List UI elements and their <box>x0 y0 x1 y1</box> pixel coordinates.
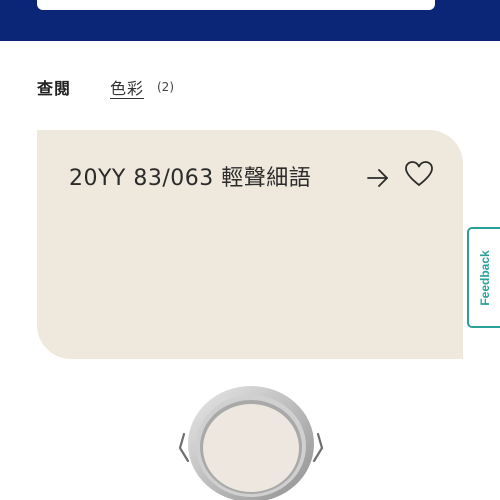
arrow-right-icon[interactable] <box>366 166 390 190</box>
search-input[interactable] <box>37 0 435 10</box>
feedback-label: Feedback <box>477 249 492 306</box>
filter-label: 查閱 <box>37 79 72 98</box>
filter-color-link[interactable]: 色彩 <box>110 75 144 99</box>
page: 查閱 色彩 (2) 20YY 83/063 輕聲細語 Feedback <box>0 0 500 500</box>
feedback-tab[interactable]: Feedback <box>467 227 500 328</box>
heart-outline-icon[interactable] <box>404 160 434 188</box>
header-bar <box>0 0 500 41</box>
color-card[interactable]: 20YY 83/063 輕聲細語 <box>37 130 463 359</box>
color-name: 20YY 83/063 輕聲細語 <box>69 166 312 191</box>
paint-can-icon <box>178 386 324 500</box>
filter-count: (2) <box>157 80 174 94</box>
filter-row: 查閱 色彩 (2) <box>0 72 500 102</box>
